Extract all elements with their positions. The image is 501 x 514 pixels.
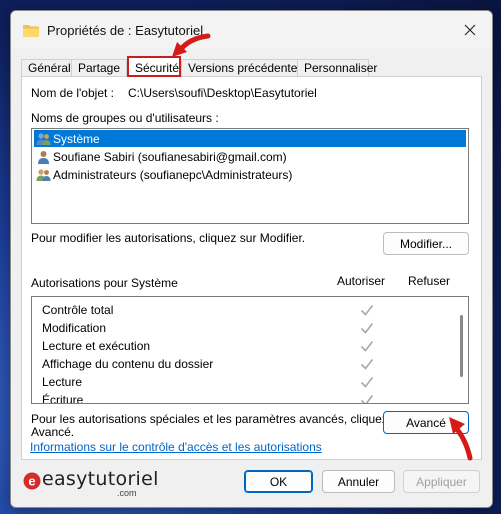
permission-label: Lecture	[42, 375, 83, 389]
close-icon	[464, 24, 476, 36]
check-icon	[360, 305, 374, 316]
deny-column-header: Refuser	[408, 274, 451, 288]
modify-button[interactable]: Modifier...	[383, 232, 469, 255]
logo-suffix: .com	[117, 488, 137, 498]
user-icon	[38, 150, 49, 164]
advanced-hint-line1: Pour les autorisations spéciales et les …	[31, 412, 408, 426]
permission-row: Écriture	[32, 391, 452, 404]
check-icon	[360, 395, 374, 403]
users-group-icon	[36, 168, 51, 181]
permission-label: Écriture	[42, 393, 84, 404]
check-icon	[360, 323, 374, 334]
check-icon	[360, 341, 374, 352]
list-item[interactable]: Système	[34, 130, 466, 147]
scrollbar-thumb[interactable]	[460, 315, 463, 377]
logo-e-icon: e	[23, 472, 41, 490]
permission-row: Lecture	[32, 373, 452, 391]
tab-previous-versions[interactable]: Versions précédentes	[181, 59, 303, 76]
allow-column-header: Autoriser	[337, 274, 386, 288]
permission-label: Lecture et exécution	[42, 339, 151, 353]
logo-text: easytutoriel	[42, 468, 159, 490]
title-bar: Propriétés de : Easytutoriel	[11, 11, 492, 49]
folder-icon	[23, 25, 39, 37]
close-button[interactable]	[448, 11, 492, 49]
dialog-footer: e easytutoriel .com OK Annuler Appliquer	[11, 460, 492, 507]
check-icon	[360, 377, 374, 388]
permissions-listbox[interactable]: Contrôle total Modification Lecture et e…	[31, 296, 469, 404]
modify-hint: Pour modifier les autorisations, cliquez…	[31, 231, 306, 245]
list-item-label: Administrateurs (soufianepc\Administrate…	[53, 167, 293, 182]
permission-row: Contrôle total	[32, 301, 452, 319]
permission-row: Lecture et exécution	[32, 337, 452, 355]
properties-dialog: Propriétés de : Easytutoriel Général Par…	[10, 10, 493, 508]
object-name-label: Nom de l'objet :	[31, 86, 114, 100]
tab-general[interactable]: Général	[21, 59, 72, 76]
permission-label: Modification	[42, 321, 107, 335]
permission-label: Contrôle total	[42, 303, 114, 317]
arrow-to-advanced-button	[449, 417, 473, 461]
apply-button[interactable]: Appliquer	[403, 470, 480, 493]
tab-customize[interactable]: Personnaliser	[297, 59, 377, 76]
ok-button[interactable]: OK	[244, 470, 313, 493]
tab-security[interactable]: Sécurité	[127, 56, 181, 77]
groups-label: Noms de groupes ou d'utilisateurs :	[31, 111, 219, 125]
access-control-help-link[interactable]: Informations sur le contrôle d'accès et …	[30, 440, 322, 454]
tab-sharing[interactable]: Partage	[71, 59, 127, 76]
list-item-label: Soufiane Sabiri (soufianesabiri@gmail.co…	[53, 149, 287, 164]
permission-row: Affichage du contenu du dossier	[32, 355, 452, 373]
permission-row: Modification	[32, 319, 452, 337]
advanced-hint-line2: Avancé.	[31, 425, 75, 439]
list-item[interactable]: Soufiane Sabiri (soufianesabiri@gmail.co…	[34, 148, 466, 165]
list-item-label: Système	[53, 131, 100, 146]
security-panel: Nom de l'objet : C:\Users\soufi\Desktop\…	[21, 76, 482, 460]
users-group-icon	[36, 132, 51, 145]
cancel-button[interactable]: Annuler	[322, 470, 395, 493]
list-item[interactable]: Administrateurs (soufianepc\Administrate…	[34, 166, 466, 183]
permission-label: Affichage du contenu du dossier	[42, 357, 214, 371]
check-icon	[360, 359, 374, 370]
permissions-header: Autorisations pour Système	[31, 276, 178, 290]
groups-listbox[interactable]: Système Soufiane Sabiri (soufianesabiri@…	[31, 128, 469, 224]
svg-text:e: e	[28, 474, 35, 489]
object-path: C:\Users\soufi\Desktop\Easytutoriel	[128, 86, 317, 100]
